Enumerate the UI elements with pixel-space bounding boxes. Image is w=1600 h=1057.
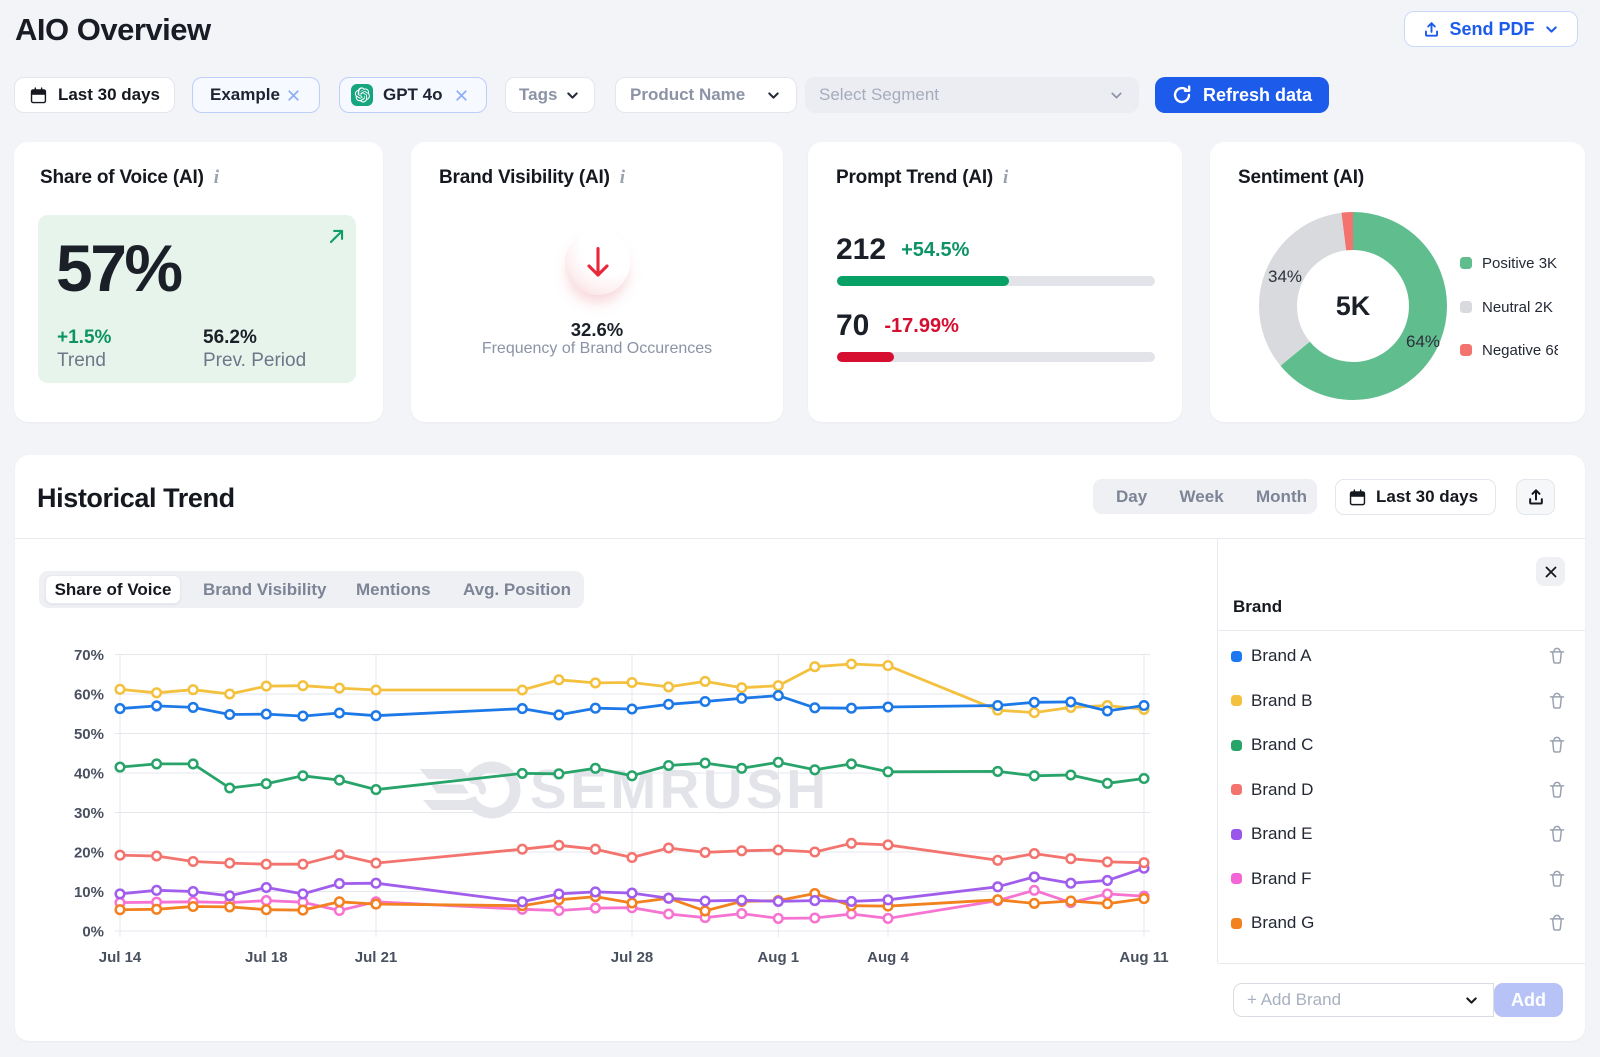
svg-text:Aug 1: Aug 1 — [757, 949, 799, 966]
svg-text:Aug 4: Aug 4 — [867, 949, 909, 966]
svg-text:Jul 14: Jul 14 — [99, 949, 142, 966]
svg-text:40%: 40% — [74, 766, 104, 783]
svg-text:Jul 28: Jul 28 — [611, 949, 654, 966]
svg-text:50%: 50% — [74, 726, 104, 743]
svg-text:20%: 20% — [74, 845, 104, 862]
svg-text:30%: 30% — [74, 805, 104, 822]
svg-text:60%: 60% — [74, 687, 104, 704]
svg-text:Jul 21: Jul 21 — [355, 949, 398, 966]
svg-text:Aug 11: Aug 11 — [1119, 949, 1168, 966]
svg-text:0%: 0% — [82, 924, 104, 941]
svg-text:Jul 18: Jul 18 — [245, 949, 288, 966]
svg-text:SEMRUSH: SEMRUSH — [530, 758, 830, 820]
svg-text:70%: 70% — [74, 647, 104, 664]
svg-text:10%: 10% — [74, 884, 104, 901]
